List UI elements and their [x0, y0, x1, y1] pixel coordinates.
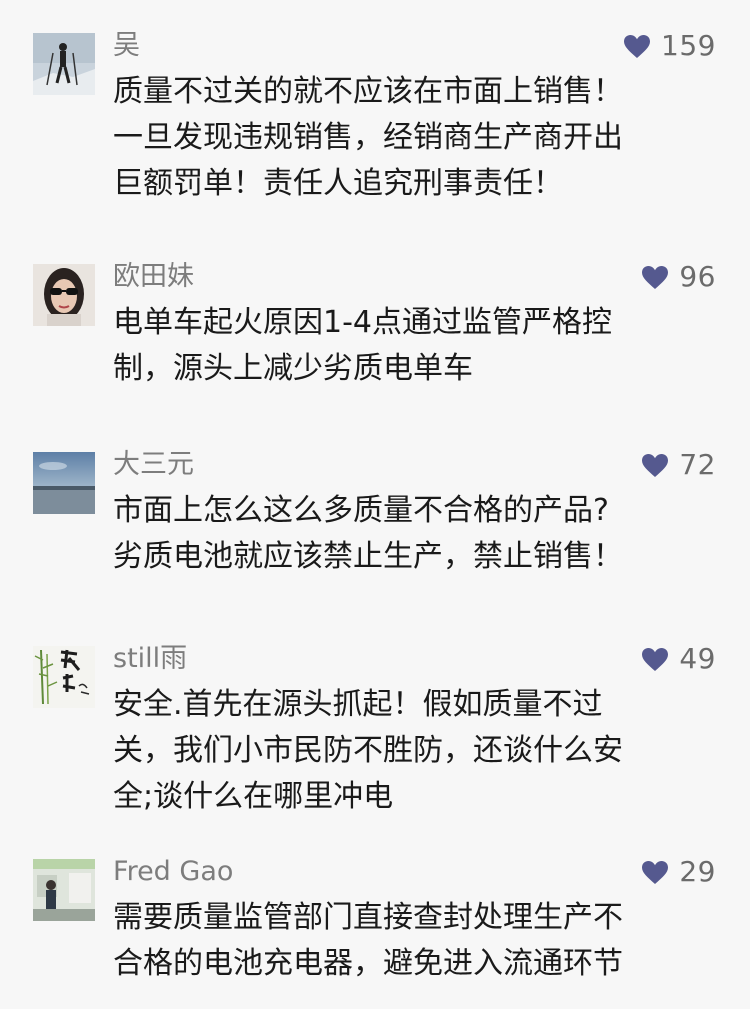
heart-icon — [642, 860, 669, 884]
like-button[interactable]: 29 — [641, 855, 716, 889]
like-button[interactable]: 72 — [641, 448, 716, 482]
commenter-name[interactable]: 大三元 — [113, 448, 194, 482]
comment-text: 质量不过关的就不应该在市面上销售！ 一旦发现违规销售，经销商生产商开出 巨额罚单… — [113, 69, 713, 207]
comment-text: 需要质量监管部门直接查封处理生产不 合格的电池充电器，避免进入流通环节 — [113, 895, 713, 987]
comment-line: 制，源头上减少劣质电单车 — [113, 351, 473, 386]
avatar[interactable] — [33, 646, 95, 708]
commenter-name[interactable]: Fred Gao — [113, 855, 233, 889]
comment-line: 全;谈什么在哪里冲电 — [113, 779, 394, 814]
commenter-name[interactable]: still雨 — [113, 642, 187, 676]
comment-line: 安全.首先在源头抓起！假如质量不过 — [113, 687, 603, 722]
heart-icon — [642, 265, 669, 289]
comment-line: 需要质量监管部门直接查封处理生产不 — [113, 900, 623, 935]
like-button[interactable]: 159 — [623, 29, 716, 63]
comment-line: 市面上怎么这么多质量不合格的产品? — [113, 493, 609, 528]
like-count: 96 — [679, 260, 716, 293]
like-count: 72 — [679, 448, 716, 481]
comment-line: 质量不过关的就不应该在市面上销售！ — [113, 74, 623, 109]
comment-text: 电单车起火原因1-4点通过监管严格控 制，源头上减少劣质电单车 — [113, 300, 713, 392]
comment-line: 电单车起火原因1-4点通过监管严格控 — [113, 305, 612, 340]
heart-icon — [624, 34, 651, 58]
like-count: 49 — [679, 642, 716, 675]
avatar[interactable] — [33, 264, 95, 326]
like-button[interactable]: 96 — [641, 260, 716, 294]
comment-text: 市面上怎么这么多质量不合格的产品? 劣质电池就应该禁止生产，禁止销售！ — [113, 488, 713, 580]
comment-line: 关，我们小市民防不胜防，还谈什么安 — [113, 733, 623, 768]
comment-line: 合格的电池充电器，避免进入流通环节 — [113, 946, 623, 981]
comment-line: 一旦发现违规销售，经销商生产商开出 — [113, 120, 623, 155]
heart-icon — [642, 453, 669, 477]
heart-icon — [642, 647, 669, 671]
comment-text: 安全.首先在源头抓起！假如质量不过 关，我们小市民防不胜防，还谈什么安 全;谈什… — [113, 682, 713, 820]
commenter-name[interactable]: 吴 — [113, 29, 140, 63]
like-count: 159 — [661, 29, 716, 62]
comment-line: 巨额罚单！责任人追究刑事责任！ — [113, 166, 563, 201]
commenter-name[interactable]: 欧田妹 — [113, 260, 194, 294]
like-button[interactable]: 49 — [641, 642, 716, 676]
like-count: 29 — [679, 855, 716, 888]
avatar[interactable] — [33, 859, 95, 921]
comment-line: 劣质电池就应该禁止生产，禁止销售！ — [113, 539, 623, 574]
avatar[interactable] — [33, 33, 95, 95]
avatar[interactable] — [33, 452, 95, 514]
